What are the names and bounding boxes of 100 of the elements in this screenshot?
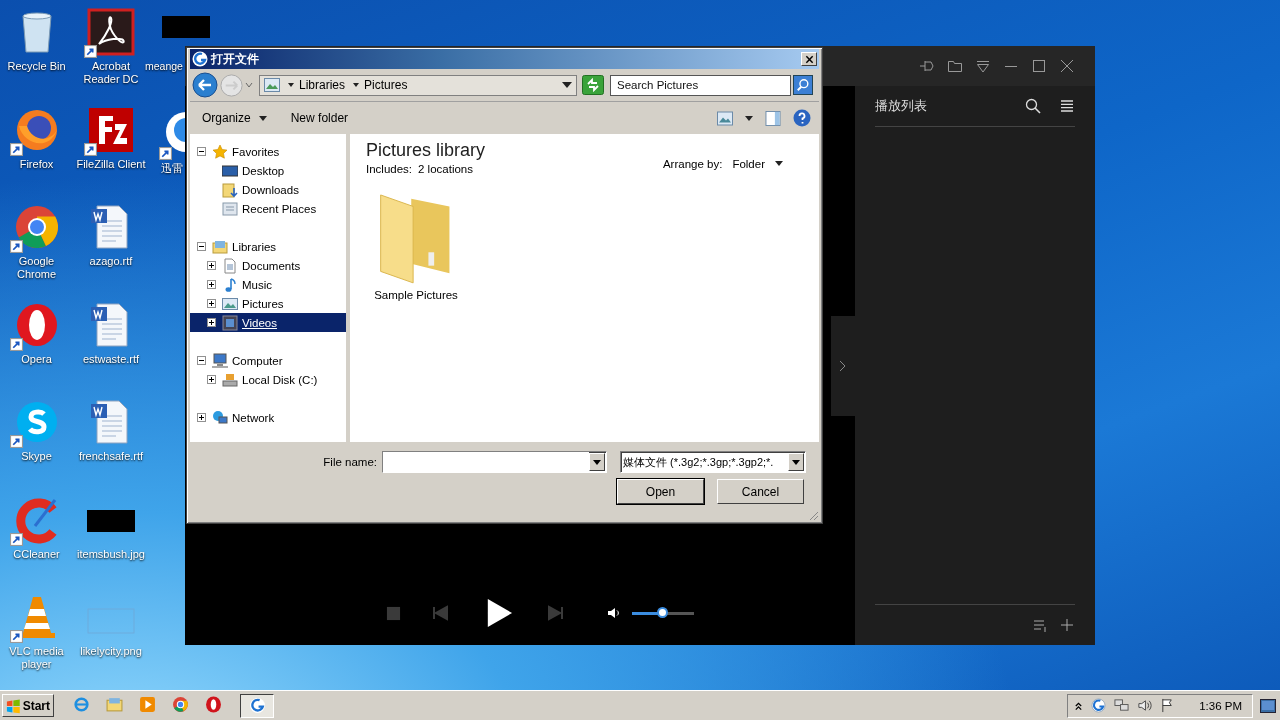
volume-icon[interactable]: [607, 606, 621, 620]
desktop-icon-label[interactable]: azago.rtf: [89, 255, 133, 268]
browser-icon: [72, 696, 90, 713]
pdf-reader-icon[interactable]: [87, 8, 135, 56]
search-icon[interactable]: [1025, 98, 1041, 114]
preview-pane-icon[interactable]: [765, 110, 781, 126]
arrange-dropdown[interactable]: Folder: [730, 157, 785, 170]
network-icon: [212, 409, 228, 426]
close-icon: [804, 54, 814, 64]
tree-toggle-icon[interactable]: [197, 356, 206, 365]
caret-icon[interactable]: [745, 115, 753, 121]
search-field[interactable]: Search Pictures: [610, 74, 791, 96]
documents-icon: [222, 257, 238, 274]
locations-link[interactable]: 2 locations: [418, 163, 473, 175]
tree-item[interactable]: Desktop: [190, 161, 346, 180]
maximize-icon[interactable]: [1031, 58, 1047, 74]
show-desktop-icon[interactable]: [1260, 698, 1276, 713]
folder-label[interactable]: Sample Pictures: [374, 289, 458, 301]
caret-icon[interactable]: [287, 81, 295, 89]
close-button[interactable]: [801, 52, 817, 66]
arrange-label: Arrange by:: [662, 157, 723, 170]
back-button-icon[interactable]: [192, 72, 218, 98]
play-icon[interactable]: [485, 598, 513, 628]
tree-toggle-icon[interactable]: [197, 413, 206, 422]
tree-toggle-icon[interactable]: [197, 242, 206, 251]
breadcrumb[interactable]: Pictures: [364, 78, 408, 92]
toolbar-button[interactable]: Organize: [198, 111, 271, 125]
dialog-title: 打开文件: [211, 50, 260, 68]
plus-icon[interactable]: [1059, 617, 1075, 633]
tree-toggle-icon[interactable]: [207, 280, 216, 289]
list-icon[interactable]: [1033, 617, 1049, 633]
folder-icon[interactable]: [947, 58, 963, 74]
desktop-icon-label[interactable]: Recycle Bin: [7, 60, 66, 73]
app-icon: [192, 51, 208, 67]
taskbar-button[interactable]: [240, 693, 274, 718]
app-icon[interactable]: [1091, 698, 1107, 713]
breadcrumb[interactable]: Libraries: [299, 78, 346, 92]
tree-item[interactable]: Documents: [190, 256, 346, 275]
desktop-icon-label[interactable]: FileZilla Client: [76, 157, 146, 171]
volume-icon[interactable]: [1137, 698, 1153, 713]
tree-item[interactable]: Computer: [190, 351, 346, 370]
toolbar-button[interactable]: New folder: [286, 111, 353, 125]
tree-item[interactable]: Local Disk (C:): [190, 370, 346, 389]
view-icon[interactable]: [717, 110, 733, 126]
desktop-icon-label[interactable]: Google Chrome: [0, 255, 73, 281]
tree-item[interactable]: Favorites: [190, 142, 346, 161]
browser-icon: [171, 696, 189, 713]
tree-toggle-icon[interactable]: [207, 261, 216, 270]
app-icon: [248, 697, 266, 714]
start-button[interactable]: Start: [2, 694, 54, 717]
playlist-title: 播放列表: [875, 97, 928, 115]
tree-toggle-icon[interactable]: [207, 299, 216, 308]
dialog-button[interactable]: Cancel: [717, 479, 804, 504]
ftp-client-icon[interactable]: [87, 105, 135, 154]
file-type-dropdown[interactable]: 媒体文件 (*.3g2;*.3gp;*.3gp2;*.: [620, 451, 806, 473]
chevron-up-icon[interactable]: [1074, 699, 1084, 712]
help-icon[interactable]: [793, 109, 811, 127]
browser-icon: [204, 696, 222, 713]
tree-item[interactable]: Videos: [190, 313, 346, 332]
search-button[interactable]: [793, 75, 813, 95]
library-title: Pictures library: [366, 140, 486, 161]
refresh-icon[interactable]: [582, 75, 604, 95]
desktop-icon-label[interactable]: Opera: [21, 352, 52, 366]
desktop-icon: [222, 162, 238, 179]
network-icon[interactable]: [1114, 698, 1130, 713]
dialog-button[interactable]: Open: [617, 479, 704, 504]
windows-logo-icon: [6, 697, 21, 714]
tree-toggle-icon[interactable]: [207, 318, 216, 327]
pin-icon[interactable]: [919, 58, 935, 74]
dropdown-arrow-icon[interactable]: [562, 82, 572, 88]
tree-item[interactable]: Network: [190, 408, 346, 427]
file-name-label: File name:: [322, 456, 377, 468]
tree-item[interactable]: Libraries: [190, 237, 346, 256]
computer-icon: [212, 352, 228, 369]
tree-item[interactable]: Pictures: [190, 294, 346, 313]
tree-toggle-icon[interactable]: [207, 375, 216, 384]
close-icon[interactable]: [1059, 58, 1075, 74]
tree-item[interactable]: Music: [190, 275, 346, 294]
includes-label: Includes:: [366, 163, 413, 175]
folder-icon: [105, 696, 123, 713]
resize-grip-icon[interactable]: [807, 509, 819, 521]
videos-icon: [222, 314, 238, 331]
menu-icon[interactable]: [1059, 98, 1075, 114]
desktop-icon-label[interactable]: estwaste.rtf: [82, 352, 140, 366]
music-icon: [222, 276, 238, 293]
dropdown-icon[interactable]: [975, 58, 991, 74]
caret-icon[interactable]: [352, 81, 361, 89]
tree-item[interactable]: Recent Places: [190, 199, 346, 218]
desktop-icon-label[interactable]: Firefox: [19, 157, 54, 171]
disk-icon: [222, 371, 238, 388]
caret-icon: [258, 115, 267, 121]
downloads-icon: [222, 181, 238, 198]
address-bar[interactable]: Libraries Pictures: [259, 74, 577, 96]
file-name-field[interactable]: [382, 451, 607, 473]
clock[interactable]: 1:36 PM: [1199, 699, 1242, 712]
tree-item[interactable]: Downloads: [190, 180, 346, 199]
chevron-right-icon: [839, 360, 847, 372]
caret-icon: [593, 459, 601, 465]
volume-thumb[interactable]: [656, 606, 668, 618]
tree-toggle-icon[interactable]: [197, 147, 206, 156]
